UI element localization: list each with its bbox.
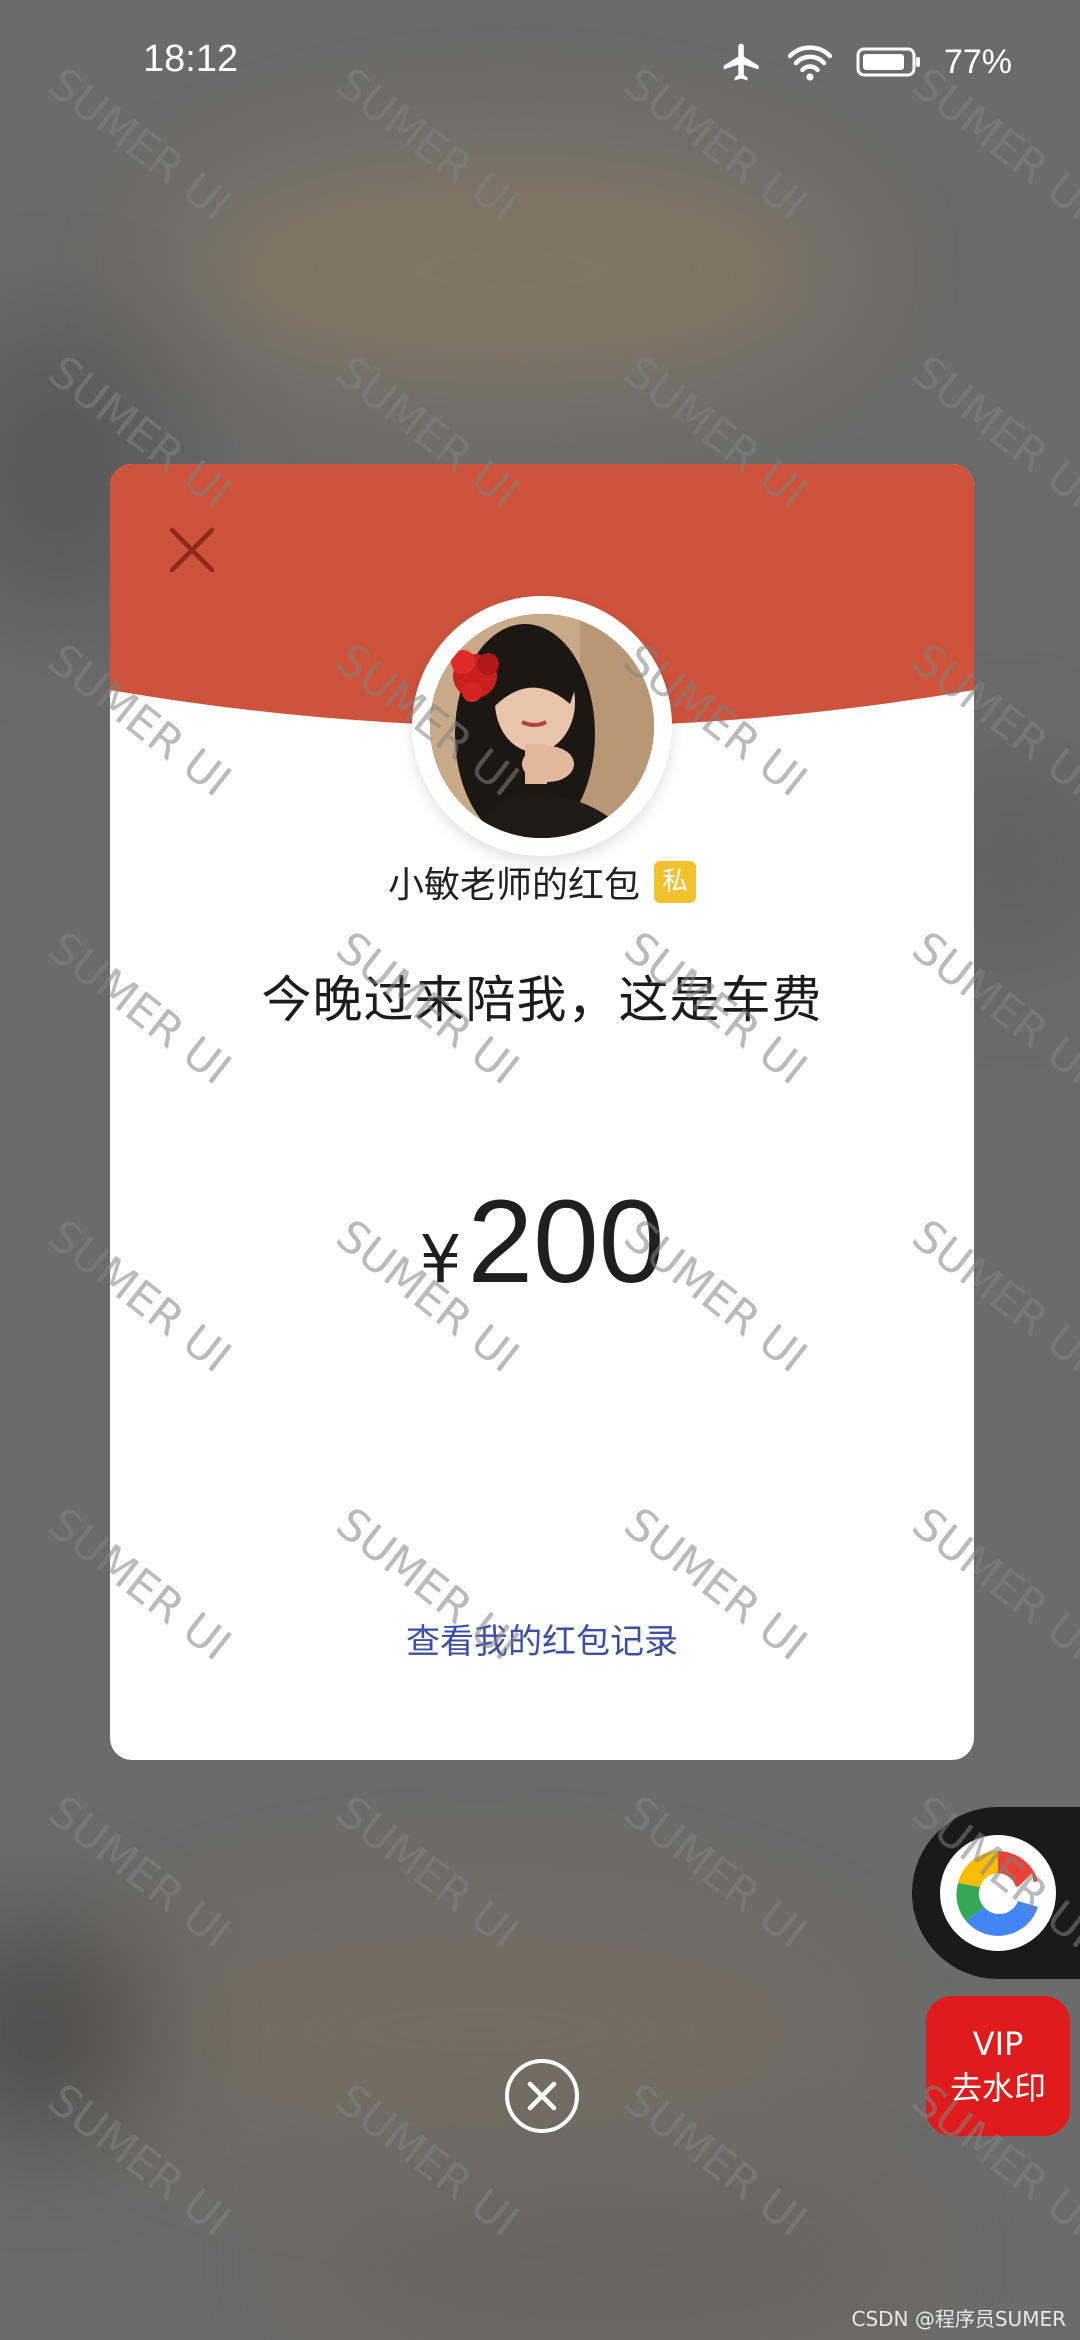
amount-row: ¥ 200 [110,1174,974,1310]
close-icon[interactable] [162,520,222,580]
avatar-photo [430,614,654,838]
status-icons: 77% [720,40,1012,84]
view-records-link[interactable]: 查看我的红包记录 [110,1614,974,1663]
floating-widget[interactable] [912,1807,1080,1979]
bg-blob [170,150,850,390]
bg-blob [300,2180,920,2340]
avatar [430,614,654,838]
status-bar: 18:12 77% [0,0,1080,120]
bg-blob [0,1930,140,2130]
airplane-mode-icon [723,43,759,81]
battery-icon [856,47,920,77]
close-circle-icon[interactable] [503,2057,581,2135]
vip-label: VIP [972,2025,1024,2063]
footer-watermark: CSDN @程序员SUMER [851,2307,1066,2331]
red-packet-card: 小敏老师的红包 私 今晚过来陪我，这是车费 ¥ 200 查看我的红包记录 [110,464,974,1760]
app-logo-icon[interactable] [940,1835,1056,1951]
battery-percent: 77% [943,42,1012,81]
avatar-ring [412,596,672,856]
sender-label: 小敏老师的红包 [387,865,640,906]
wifi-icon [787,45,833,81]
sender-row: 小敏老师的红包 私 [110,856,974,908]
private-badge: 私 [654,861,696,903]
bg-blob [100,1900,860,2160]
amount-value: 200 [467,1176,665,1308]
status-time: 18:12 [143,38,239,80]
vip-remove-watermark-button[interactable]: VIP 去水印 [926,1996,1070,2136]
currency-symbol: ¥ [419,1221,462,1298]
red-packet-message: 今晚过来陪我，这是车费 [261,971,823,1029]
remove-watermark-label: 去水印 [949,2069,1046,2107]
